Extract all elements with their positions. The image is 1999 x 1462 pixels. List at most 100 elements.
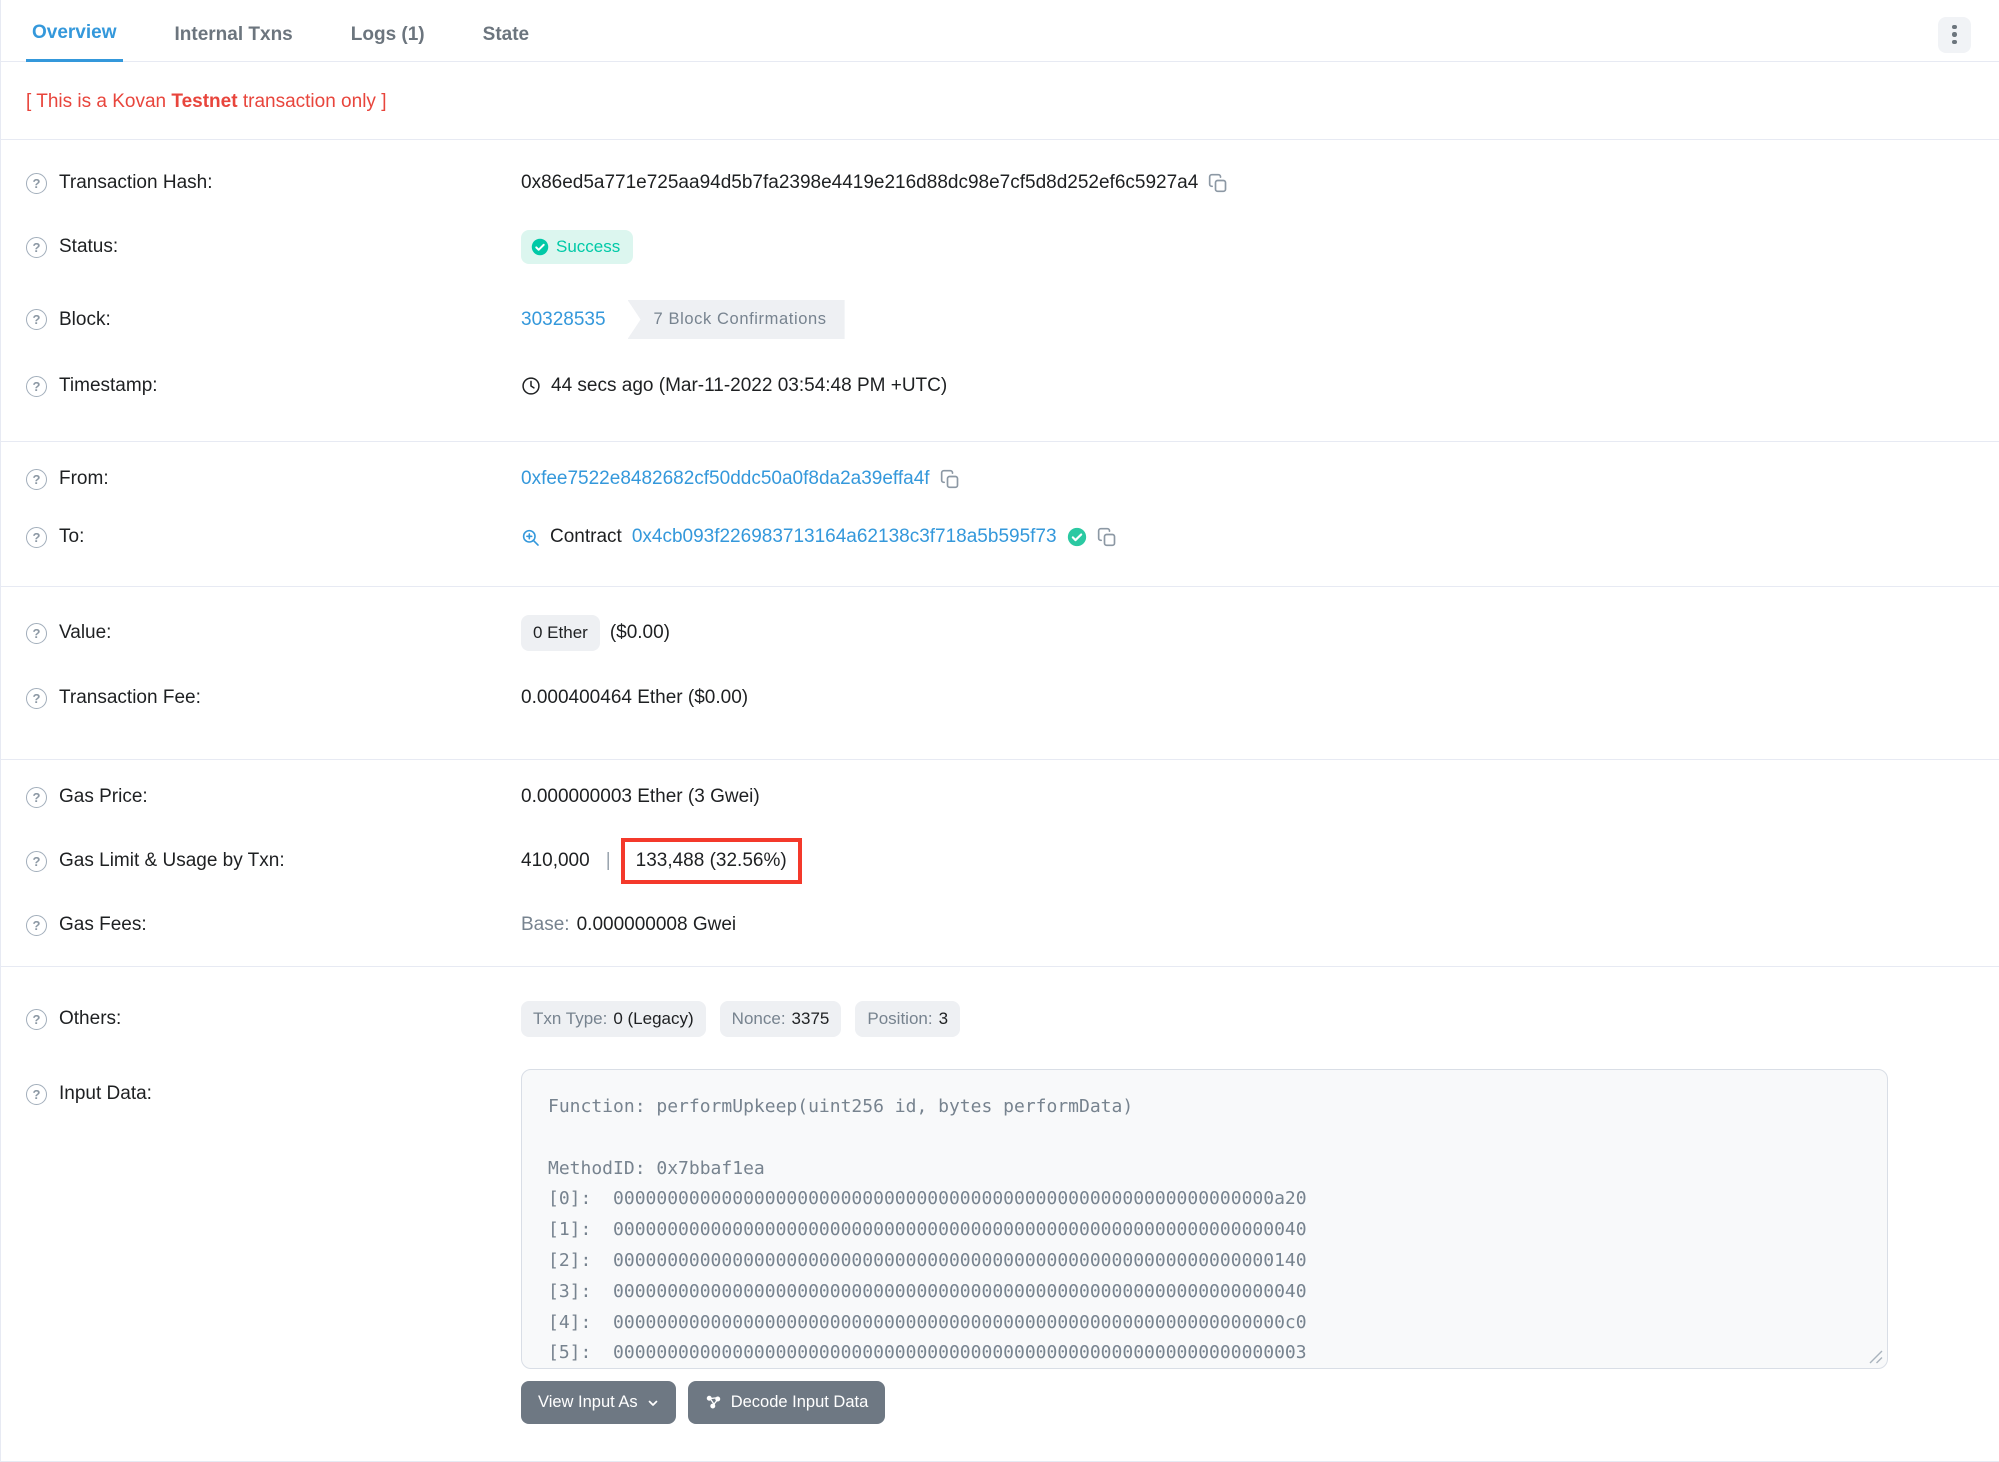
gas-limit-value: 410,000 (521, 850, 590, 871)
help-icon[interactable]: ? (26, 914, 47, 936)
gas-price-value: 0.000000003 Ether (3 Gwei) (521, 786, 760, 807)
row-gas-fees: ? Gas Fees: Base: 0.000000008 Gwei (1, 896, 1999, 954)
from-address-link[interactable]: 0xfee7522e8482682cf50ddc50a0f8da2a39effa… (521, 468, 930, 490)
nonce-badge: Nonce: 3375 (719, 1001, 842, 1037)
input-data-textarea[interactable]: Function: performUpkeep(uint256 id, byte… (521, 1069, 1888, 1369)
section-gas: ? Gas Price: 0.000000003 Ether (3 Gwei) … (1, 760, 1999, 954)
testnet-notice: [ This is a Kovan Testnet transaction on… (26, 91, 1974, 113)
txn-type-value: 0 (Legacy) (613, 1009, 694, 1028)
decode-input-data-label: Decode Input Data (730, 1393, 869, 1411)
check-circle-icon (531, 238, 549, 256)
transaction-fee-label: Transaction Fee: (59, 687, 201, 708)
transaction-hash-value: 0x86ed5a771e725aa94d5b7fa2398e4419e216d8… (521, 172, 1199, 193)
tab-logs[interactable]: Logs (1) (345, 10, 431, 61)
from-label: From: (59, 468, 109, 489)
status-label: Status: (59, 236, 119, 257)
notice-bold: Testnet (171, 91, 238, 112)
zoom-in-icon[interactable] (521, 528, 540, 547)
help-icon[interactable]: ? (26, 236, 47, 258)
txn-type-badge: Txn Type: 0 (Legacy) (521, 1001, 706, 1037)
tab-state[interactable]: State (477, 10, 535, 61)
kebab-dot-icon (1952, 39, 1957, 45)
tab-overview[interactable]: Overview (26, 8, 123, 62)
kebab-dot-icon (1952, 24, 1957, 30)
block-label: Block: (59, 308, 111, 330)
row-status: ? Status: Success (1, 212, 1999, 282)
transaction-hash-label: Transaction Hash: (59, 172, 213, 193)
transaction-fee-value: 0.000400464 Ether ($0.00) (521, 687, 749, 708)
row-block: ? Block: 30328535 7 Block Confirmations (1, 282, 1999, 357)
position-label: Position: (867, 1009, 933, 1028)
help-icon[interactable]: ? (26, 1083, 47, 1105)
gas-separator: | (605, 850, 611, 871)
decode-icon (706, 1395, 720, 1409)
help-icon[interactable]: ? (26, 309, 47, 330)
view-input-as-button[interactable]: View Input As (521, 1381, 676, 1424)
copy-icon[interactable] (940, 469, 960, 489)
kebab-menu-button[interactable] (1938, 16, 1971, 53)
value-label: Value: (59, 622, 112, 643)
help-icon[interactable]: ? (26, 786, 47, 808)
nonce-label: Nonce: (731, 1009, 786, 1028)
transaction-card: Overview Internal Txns Logs (1) State [ … (0, 0, 1999, 1462)
row-transaction-fee: ? Transaction Fee: 0.000400464 Ether ($0… (1, 669, 1999, 727)
help-icon[interactable]: ? (26, 622, 47, 644)
help-icon[interactable]: ? (26, 850, 47, 872)
view-input-as-label: View Input As (538, 1393, 638, 1411)
status-value: Success (556, 237, 621, 256)
help-icon[interactable]: ? (26, 1008, 47, 1030)
ether-value-badge: 0 Ether (521, 615, 600, 651)
position-badge: Position: 3 (855, 1001, 961, 1037)
timestamp-label: Timestamp: (59, 375, 158, 396)
decode-input-data-button[interactable]: Decode Input Data (687, 1381, 886, 1424)
block-confirmations-badge: 7 Block Confirmations (627, 300, 845, 339)
clock-icon (522, 377, 540, 395)
row-value: ? Value: 0 Ether ($0.00) (1, 597, 1999, 669)
section-others: ? Others: Txn Type: 0 (Legacy) Nonce: 33… (1, 967, 1999, 1424)
gas-usage-value: 133,488 (32.56%) (635, 850, 787, 871)
gas-fees-base-value: 0.000000008 Gwei (576, 914, 737, 935)
section-summary: ? Transaction Hash: 0x86ed5a771e725aa94d… (1, 140, 1999, 415)
to-contract-prefix: Contract (550, 526, 622, 547)
to-address-link[interactable]: 0x4cb093f226983713164a62138c3f718a5b595f… (632, 526, 1057, 548)
gas-fees-label: Gas Fees: (59, 914, 147, 935)
resize-grip-icon[interactable] (1869, 1350, 1883, 1364)
help-icon[interactable]: ? (26, 526, 47, 548)
gas-limit-label: Gas Limit & Usage by Txn: (59, 850, 285, 871)
help-icon[interactable]: ? (26, 468, 47, 490)
block-number-link[interactable]: 30328535 (521, 309, 606, 331)
gas-price-label: Gas Price: (59, 786, 148, 807)
to-label: To: (59, 526, 85, 547)
help-icon[interactable]: ? (26, 375, 47, 397)
gas-usage-annotation-box: 133,488 (32.56%) (620, 838, 802, 884)
value-usd: ($0.00) (609, 622, 671, 643)
status-badge: Success (521, 230, 634, 264)
row-to: ? To: Contract 0x4cb093f226983713164a621… (1, 508, 1999, 566)
timestamp-value: 44 secs ago (Mar-11-2022 03:54:48 PM +UT… (551, 375, 948, 396)
tab-internal-txns[interactable]: Internal Txns (169, 10, 299, 61)
verified-check-icon (1067, 527, 1086, 547)
nonce-value: 3375 (791, 1009, 830, 1028)
row-from: ? From: 0xfee7522e8482682cf50ddc50a0f8da… (1, 450, 1999, 508)
help-icon[interactable]: ? (26, 687, 47, 709)
tab-bar: Overview Internal Txns Logs (1) State (1, 0, 1999, 62)
row-input-data: ? Input Data: Function: performUpkeep(ui… (1, 1057, 1999, 1424)
notice-prefix: [ This is a Kovan (26, 91, 172, 112)
others-label: Others: (59, 1008, 122, 1029)
gas-fees-base-label: Base: (521, 914, 570, 935)
kebab-dot-icon (1952, 32, 1957, 37)
row-transaction-hash: ? Transaction Hash: 0x86ed5a771e725aa94d… (1, 154, 1999, 212)
input-data-label: Input Data: (59, 1083, 152, 1104)
copy-icon[interactable] (1208, 173, 1228, 193)
copy-icon[interactable] (1097, 527, 1117, 547)
row-gas-limit-usage: ? Gas Limit & Usage by Txn: 410,000 | 13… (1, 826, 1999, 896)
row-gas-price: ? Gas Price: 0.000000003 Ether (3 Gwei) (1, 768, 1999, 826)
row-others: ? Others: Txn Type: 0 (Legacy) Nonce: 33… (1, 981, 1999, 1057)
help-icon[interactable]: ? (26, 172, 47, 194)
section-parties: ? From: 0xfee7522e8482682cf50ddc50a0f8da… (1, 442, 1999, 566)
txn-type-label: Txn Type: (533, 1009, 608, 1028)
notice-suffix: transaction only ] (237, 91, 387, 112)
position-value: 3 (938, 1009, 949, 1028)
section-value: ? Value: 0 Ether ($0.00) ? Transaction F… (1, 587, 1999, 727)
chevron-down-icon (648, 1400, 658, 1406)
